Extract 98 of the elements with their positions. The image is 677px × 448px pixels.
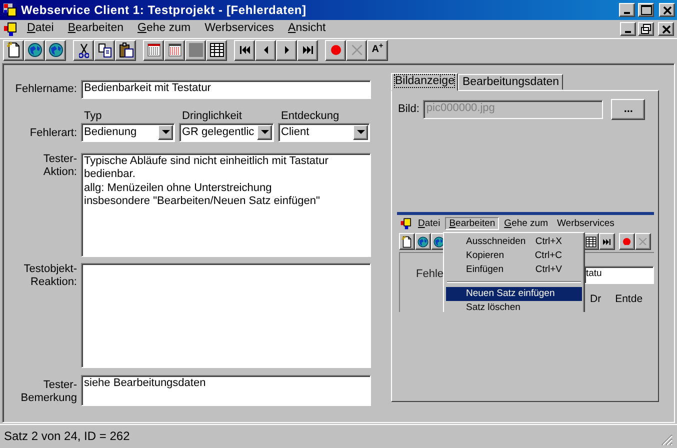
toolbar-button[interactable] [45,40,66,60]
menu-item[interactable]: Satz löschen [446,301,582,312]
clipboard-icon [118,42,134,58]
toolbar-button[interactable] [415,233,431,250]
record-icon [330,45,340,55]
close-button[interactable] [658,22,674,36]
new-document-icon [6,42,22,58]
menu-item[interactable]: Datei [21,22,60,36]
text-area[interactable] [81,263,371,368]
field-label: Bild: [398,102,420,116]
app-icon [2,2,18,18]
menu-item[interactable]: Einfügen Ctrl+V [446,263,582,277]
status-text: Satz 2 von 24, ID = 262 [4,429,130,444]
menu-item[interactable]: Kopieren Ctrl+C [446,249,582,263]
toolbar-button[interactable] [234,40,255,60]
toolbar-button[interactable] [24,40,45,60]
field-label: Dr [590,293,602,306]
menu-item[interactable]: Werbservices [553,216,618,230]
field-label: Entdeckung [280,110,340,124]
delete-icon [639,238,647,246]
menu-item[interactable]: Gehe zum [500,216,552,230]
restore-button[interactable] [638,22,654,36]
dropdown[interactable]: Client [278,123,370,142]
resize-grip-icon[interactable] [661,434,673,446]
minimize-button[interactable] [619,3,635,17]
maximize-icon [639,3,653,17]
text-area[interactable]: Typische Abläufe sind nicht einheitlich mit Tastatur bedienbar. allg: Menüzeilen ohne Unterstreichung insbesondere "Bearbeiten/Neuen Satz einfügen" [81,153,371,258]
toolbar-button[interactable] [297,40,318,60]
globe-icon [417,236,429,248]
field-label: Typ [83,110,103,124]
delete-icon [352,45,362,55]
dropdown[interactable]: GR gelegentlic [179,123,274,142]
toolbar-button[interactable] [3,40,24,60]
document-icon[interactable] [3,21,19,37]
square-icon [188,42,204,58]
dropdown-button[interactable] [353,125,368,140]
menu-item[interactable]: Bearbeiten [62,22,130,36]
dropdown[interactable]: Bedienung [81,123,175,142]
list-icon [166,42,182,58]
list-icon [146,42,162,58]
toolbar-button[interactable] [255,40,276,60]
field-label: Dringlichkeit [181,110,243,124]
minimize-icon [624,12,630,14]
minimize-button[interactable] [620,22,636,36]
skip-forward-icon [603,238,611,244]
font-size-button[interactable]: A$^{+}$ [367,40,388,60]
toolbar-button[interactable] [399,233,415,250]
skip-back-icon [240,46,250,54]
globe-icon [48,42,64,58]
copy-icon [96,42,112,58]
field-label: Tester-Bemerkung [20,379,78,406]
menu-item[interactable]: Neuen Satz einfügen [446,287,582,301]
caret-icon [162,130,170,136]
caret-icon [260,130,268,136]
caret-icon [356,130,364,136]
field-label: Fehle [416,268,444,282]
toolbar-button[interactable] [143,40,164,60]
toolbar-button[interactable] [276,40,297,60]
toolbar-button[interactable] [206,40,227,60]
field-label: Fehlername: [14,82,78,96]
tab[interactable]: Bearbeitungsdaten [458,74,564,90]
new-document-icon [401,236,413,248]
dropdown-button[interactable] [257,125,272,140]
skip-forward-icon [302,46,312,54]
window-title: Webservice Client 1: Testprojekt - [Fehlerdaten] [21,2,306,18]
toolbar-button[interactable] [164,40,185,60]
field-label: Tester-Aktion: [42,153,78,180]
menu-item[interactable]: Datei [414,216,444,230]
menu-item[interactable]: Bearbeiten [445,216,500,230]
minimize-icon [625,31,631,33]
tab[interactable]: Bildanzeige [391,73,458,91]
toolbar-button[interactable] [73,40,94,60]
table-icon [208,42,224,58]
toolbar-button[interactable] [185,40,206,60]
toolbar-button[interactable] [599,233,615,250]
menu-item[interactable]: Ausschneiden Ctrl+X [446,235,582,249]
next-icon [284,46,288,54]
dropdown-button[interactable] [158,125,173,140]
field-label: Testobjekt-Reaktion: [22,263,78,290]
menu-item[interactable]: Gehe zum [132,22,197,36]
close-button[interactable] [659,3,675,17]
document-icon [400,217,413,230]
previous-icon [264,46,268,54]
toolbar-button[interactable] [619,233,635,250]
scissors-icon [78,42,88,58]
maximize-button[interactable] [638,3,654,17]
record-icon [623,238,631,246]
menu-item[interactable]: Werbservices [198,22,280,36]
field-label: Fehlerart: [28,127,78,141]
globe-icon [26,42,42,58]
text-field[interactable]: Bedienbarkeit mit Testatur [81,80,371,99]
toolbar-button[interactable] [115,40,136,60]
restore-icon [639,22,653,36]
text-area[interactable]: siehe Bearbeitungsdaten [81,375,371,406]
menu-item[interactable]: Ansicht [282,22,332,36]
field-label: Entde [615,293,643,306]
toolbar-button[interactable] [325,40,346,60]
toolbar-button[interactable] [94,40,115,60]
